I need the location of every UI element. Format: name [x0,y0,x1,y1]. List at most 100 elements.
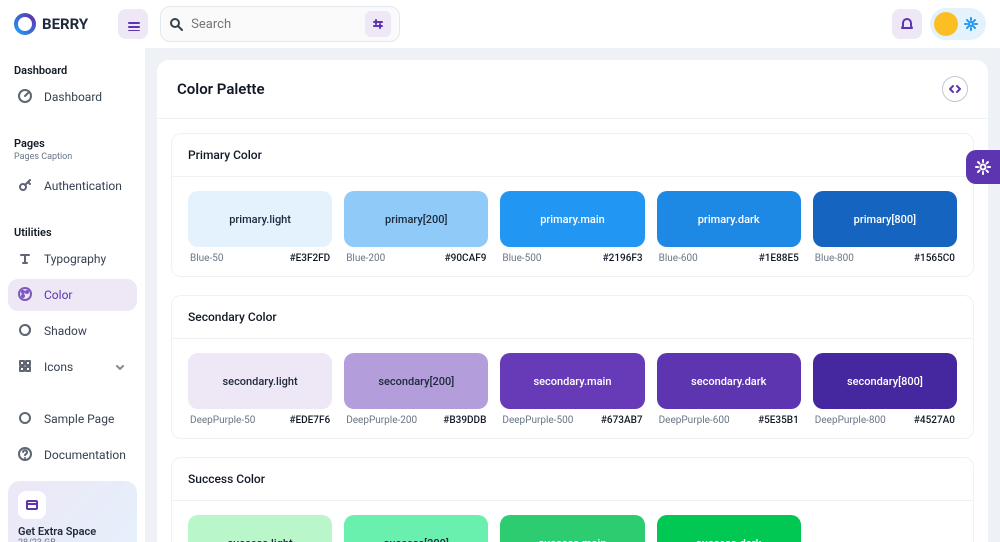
color-chip[interactable]: secondary.light [188,353,332,409]
palette-panel: Color Palette Primary Color primary.light… [157,60,988,542]
color-name: Blue-800 [815,253,854,264]
swatch: primary[200]Blue-200#90CAF9 [344,191,488,270]
color-chip[interactable]: primary[800] [813,191,957,247]
nav-icons-label: Icons [44,360,73,374]
color-chip[interactable]: success[200] [344,515,488,542]
gear-icon [974,158,992,176]
color-chip[interactable]: secondary.main [500,353,644,409]
color-name: DeepPurple-800 [815,415,886,426]
brand-logo[interactable]: BERRY [14,13,88,35]
menu-toggle-button[interactable] [118,9,148,39]
promo-sub: 28/23 GB [18,538,127,542]
sidebar: Dashboard Dashboard Pages Pages Caption … [0,48,145,542]
color-name: DeepPurple-50 [190,415,255,426]
key-icon [18,178,34,194]
color-hex: #E3F2FD [290,253,331,264]
section-pages: Pages [8,131,137,152]
color-hex: #2196F3 [603,253,643,264]
apps-icon [18,359,34,375]
swatch: primary[800] Blue-800 #1565C0 [813,191,957,270]
group-primary: Primary Color primary.light Blue-50 #E3F2FD… [171,133,974,277]
code-icon [948,82,962,96]
color-name: DeepPurple-200 [346,415,417,426]
notifications-button[interactable] [892,9,922,39]
swatch: primary.dark Blue-600 #1E88E5 [657,191,801,270]
brand-icon [18,411,34,427]
sliders-icon [371,17,385,31]
search-icon [169,17,183,31]
section-pages-caption: Pages Caption [8,152,137,168]
chevron-down-icon [113,360,127,374]
nav-color[interactable]: Color [8,279,137,311]
nav-typography-label: Typography [44,252,106,266]
color-chip[interactable]: primary.light [188,191,332,247]
swatch: success.darkGreen-A700#00C853 [657,515,801,542]
page-title: Color Palette [177,80,265,98]
nav-sample-page[interactable]: Sample Page [8,403,137,435]
color-hex: #5E35B1 [758,415,799,426]
menu-icon [126,17,140,31]
settings-fab[interactable] [966,150,1000,184]
color-hex: #1565C0 [914,253,955,264]
swatch: secondary.mainDeepPurple-500#673AB7 [500,353,644,432]
nav-shadow-label: Shadow [44,324,87,338]
color-chip[interactable]: secondary[800] [813,353,957,409]
nav-documentation[interactable]: Documentation [8,439,137,471]
group-secondary: Secondary Color secondary.light DeepPurple… [171,295,974,439]
nav-sample-label: Sample Page [44,412,114,426]
swatch: primary.main Blue-500 #2196F3 [500,191,644,270]
nav-dashboard-label: Dashboard [44,90,102,104]
swatch: success.lightGreen-A100#B9F6CA [188,515,332,542]
avatar [934,12,958,36]
color-chip[interactable]: primary[200] [344,191,488,247]
group-success: Success Color success.lightGreen-A100#B9F… [171,457,974,542]
search-box[interactable] [160,6,400,42]
search-filter-button[interactable] [365,11,391,37]
storage-icon [18,491,46,519]
nav-authentication[interactable]: Authentication [8,170,137,202]
color-name: DeepPurple-500 [502,415,573,426]
logo-mark-icon [14,13,36,35]
section-utilities: Utilities [8,220,137,241]
swatch: primary.light Blue-50 #E3F2FD [188,191,332,270]
color-hex: #EDE7F6 [289,415,330,426]
bell-icon [900,17,914,31]
color-hex: #1E88E5 [759,253,799,264]
promo-title: Get Extra Space [18,525,127,538]
nav-docs-label: Documentation [44,448,126,462]
color-chip[interactable]: primary.dark [657,191,801,247]
nav-shadow[interactable]: Shadow [8,315,137,347]
color-name: Blue-500 [502,253,541,264]
swatch: secondary[200]DeepPurple-200#B39DDB [344,353,488,432]
color-chip[interactable]: success.light [188,515,332,542]
swatch: success[200]Green-A200#69F0AE [344,515,488,542]
help-icon [18,447,34,463]
group-title: Success Color [172,458,973,501]
section-dashboard: Dashboard [8,58,137,79]
color-chip[interactable]: success.dark [657,515,801,542]
color-chip[interactable]: secondary.dark [657,353,801,409]
promo-card: Get Extra Space 28/23 GB Progress 80% [8,481,137,542]
search-input[interactable] [191,17,365,32]
nav-dashboard[interactable]: Dashboard [8,81,137,113]
nav-color-label: Color [44,288,72,302]
nav-typography[interactable]: Typography [8,243,137,275]
group-title: Primary Color [172,134,973,177]
content[interactable]: Color Palette Primary Color primary.light… [145,48,1000,542]
topbar: BERRY [0,0,1000,48]
nav-icons[interactable]: Icons [8,351,137,383]
type-icon [18,251,34,267]
color-chip[interactable]: primary.main [500,191,644,247]
color-name: Blue-600 [659,253,698,264]
color-name: Blue-50 [190,253,223,264]
palette-icon [18,287,34,303]
profile-chip[interactable] [930,8,986,40]
brand-name: BERRY [42,15,88,33]
color-chip[interactable]: success.main [500,515,644,542]
color-chip[interactable]: secondary[200] [344,353,488,409]
swatch: secondary[800]DeepPurple-800#4527A0 [813,353,957,432]
view-code-button[interactable] [942,76,968,102]
group-title: Secondary Color [172,296,973,339]
gauge-icon [18,89,34,105]
color-hex: #90CAF9 [445,253,487,264]
